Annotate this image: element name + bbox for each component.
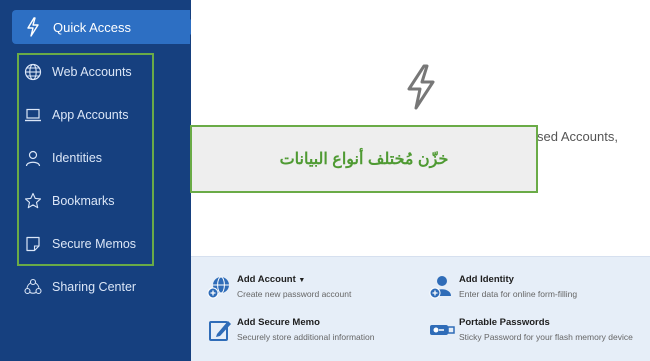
highlight-frame — [17, 53, 154, 266]
usb-icon — [430, 325, 455, 335]
sidebar-item-label: Sharing Center — [52, 280, 137, 294]
action-description: Sticky Password for your flash memory de… — [459, 332, 633, 342]
sidebar-item-label: Quick Access — [53, 20, 132, 35]
sidebar-item-sharing-center[interactable]: Sharing Center — [0, 270, 191, 304]
add-identity-button[interactable]: Add Identity Enter data for online form-… — [429, 274, 639, 304]
add-secure-memo-button[interactable]: Add Secure Memo Securely store additiona… — [207, 317, 417, 347]
lightning-icon — [407, 64, 435, 110]
sidebar-item-quick-access[interactable]: Quick Access — [12, 10, 198, 44]
quick-actions-panel: Add Account ▼ Create new password accoun… — [191, 256, 650, 361]
add-account-button[interactable]: Add Account ▼ Create new password accoun… — [207, 274, 407, 304]
callout-box: خزّن مُختلف أنواع البيانات — [190, 125, 538, 193]
lightning-icon — [27, 17, 39, 37]
share-icon — [24, 278, 42, 295]
action-description: Securely store additional information — [237, 332, 375, 342]
callout-text: خزّن مُختلف أنواع البيانات — [279, 151, 449, 168]
chevron-down-icon: ▼ — [298, 277, 306, 284]
action-title: Add Identity — [459, 274, 514, 285]
portable-passwords-button[interactable]: Portable Passwords Sticky Password for y… — [429, 317, 644, 347]
add-account-icon — [207, 276, 229, 299]
action-title: Add Account ▼ — [237, 274, 306, 285]
add-memo-icon — [209, 321, 231, 341]
intro-text: sed Accounts, — [537, 129, 618, 144]
action-description: Enter data for online form-filling — [459, 289, 578, 299]
add-identity-icon — [429, 276, 451, 299]
action-description: Create new password account — [237, 289, 352, 299]
sidebar: Quick Access Web Accounts App Accounts I… — [0, 0, 198, 361]
action-title: Portable Passwords — [459, 317, 550, 328]
action-title: Add Secure Memo — [237, 317, 320, 328]
